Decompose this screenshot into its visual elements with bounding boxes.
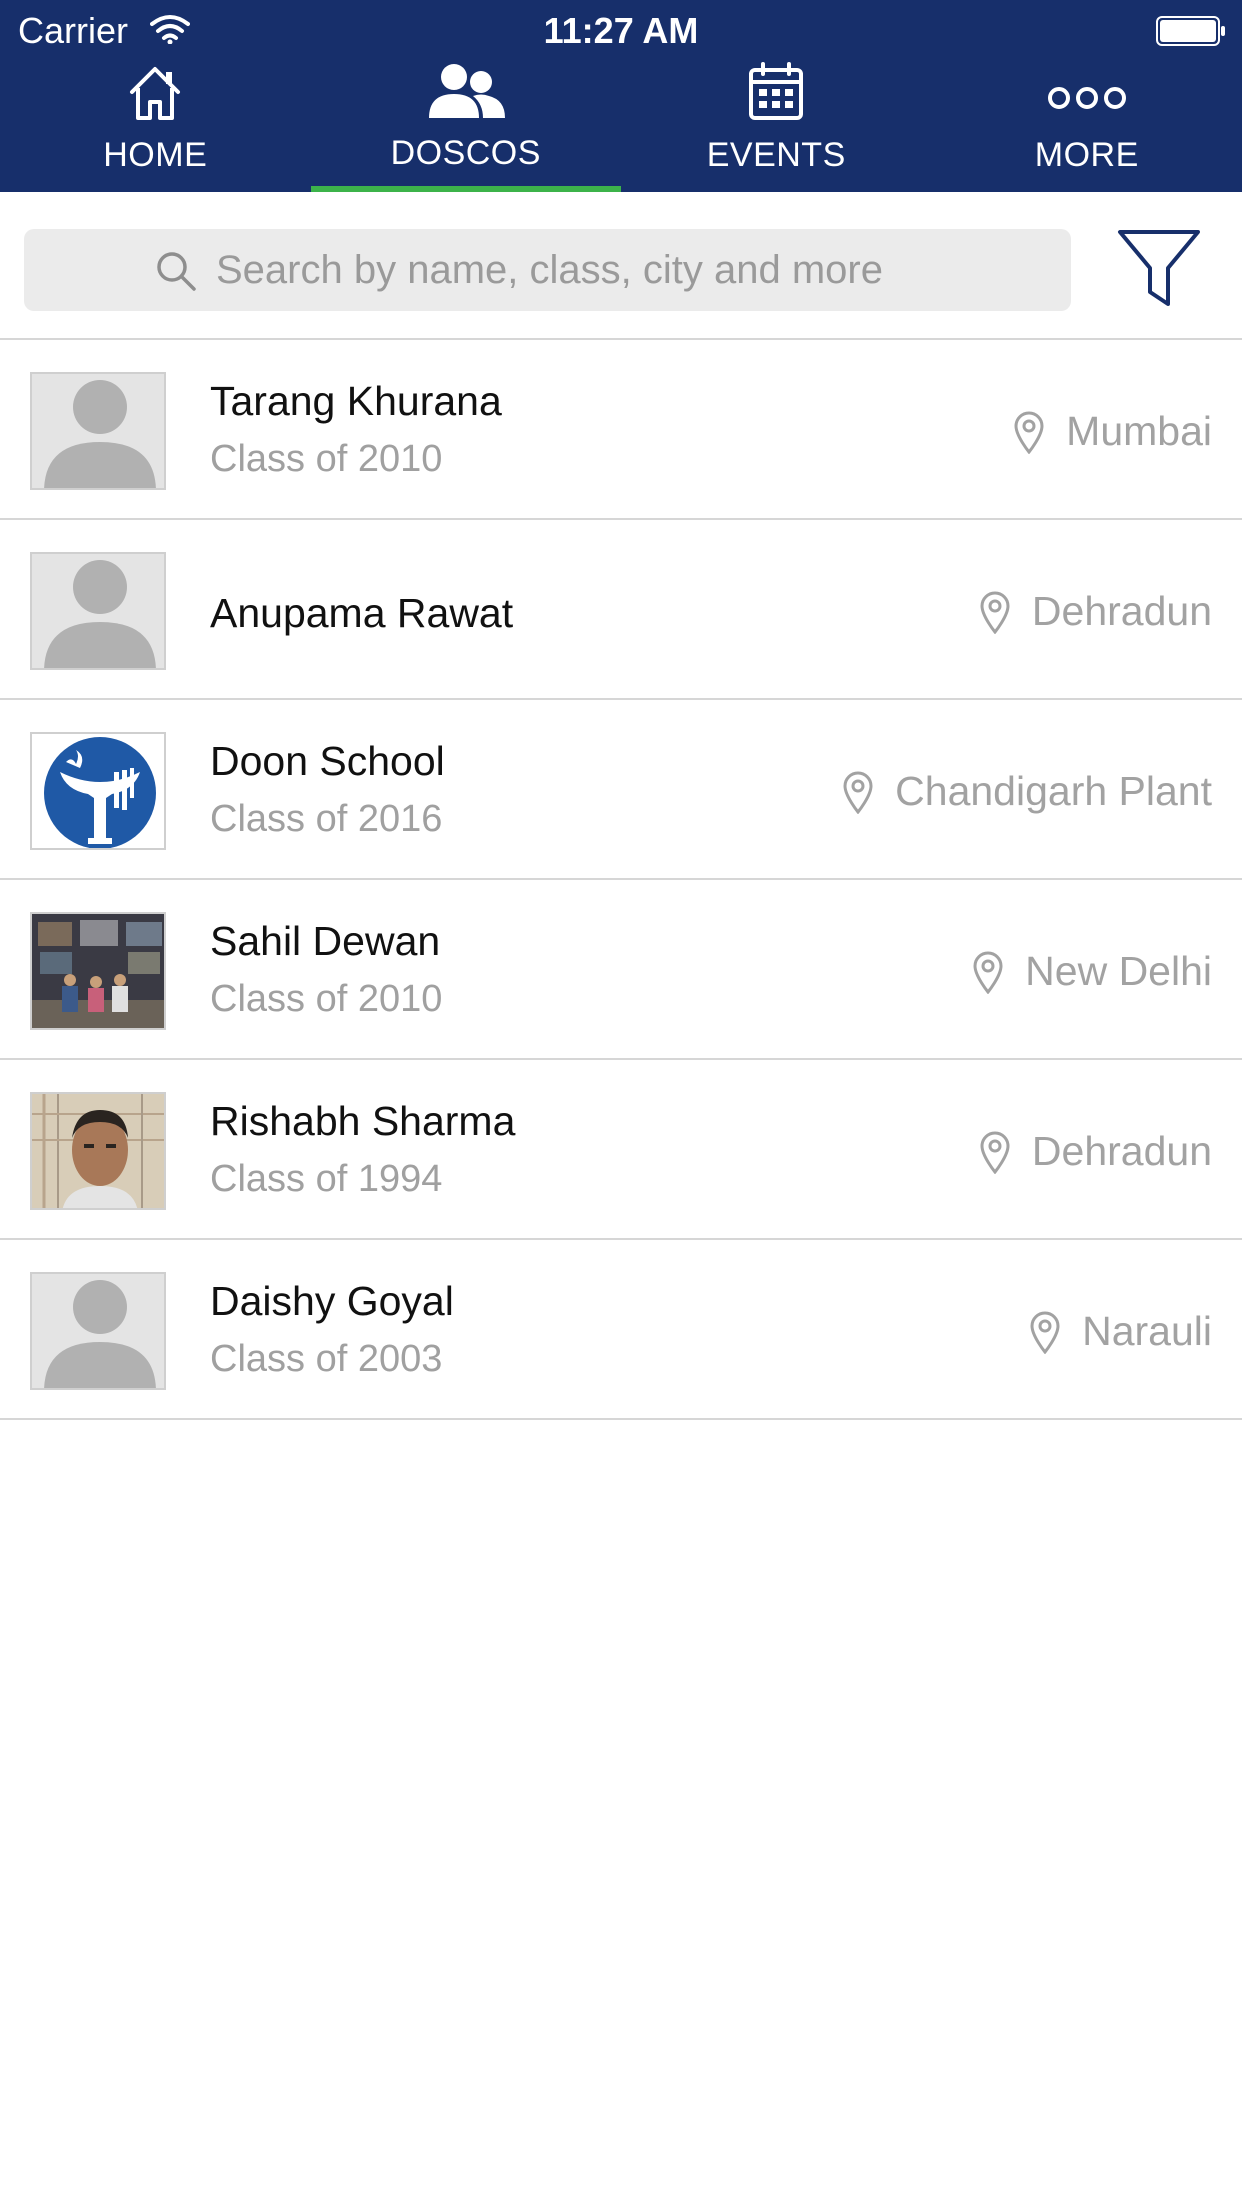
tab-doscos[interactable]: DOSCOS	[310, 56, 621, 192]
top-bar: Carrier 11:27 AM HOME DOSCOS EVENTS MORE	[0, 0, 1242, 192]
battery-icon	[1156, 16, 1225, 46]
member-location: Dehradun	[978, 1128, 1212, 1175]
list-item[interactable]: Tarang Khurana Class of 2010 Mumbai	[0, 340, 1242, 520]
group-photo-icon	[32, 914, 164, 1028]
tab-events-label: EVENTS	[706, 136, 846, 174]
location-pin-icon	[980, 591, 1010, 634]
school-logo-icon	[32, 734, 164, 848]
member-location: Mumbai	[1012, 408, 1212, 455]
member-location-text: Chandigarh Plant	[895, 768, 1212, 814]
list-item[interactable]: Sahil Dewan Class of 2010 New Delhi	[0, 880, 1242, 1060]
location-pin-icon	[1014, 411, 1044, 454]
list-item[interactable]: Doon School Class of 2016 Chandigarh Pla…	[0, 700, 1242, 880]
member-location: New Delhi	[971, 948, 1212, 995]
member-location-text: Dehradun	[1031, 588, 1212, 634]
member-class: Class of 2010	[210, 438, 443, 480]
member-class: Class of 2003	[210, 1338, 443, 1380]
member-location-text: New Delhi	[1025, 948, 1212, 994]
search-input[interactable]	[216, 229, 1036, 311]
member-list: Tarang Khurana Class of 2010 Mumbai Anup…	[0, 340, 1242, 1420]
list-item[interactable]: Daishy Goyal Class of 2003 Narauli	[0, 1240, 1242, 1420]
clock: 11:27 AM	[543, 10, 699, 51]
placeholder-avatar-icon	[32, 374, 164, 488]
search-box[interactable]	[24, 229, 1071, 311]
placeholder-avatar-icon	[32, 1274, 164, 1388]
member-name: Doon School	[210, 738, 445, 784]
placeholder-avatar-icon	[32, 554, 164, 668]
member-name: Sahil Dewan	[210, 918, 441, 964]
member-name: Tarang Khurana	[210, 378, 502, 424]
member-class: Class of 2016	[210, 798, 443, 840]
member-location: Dehradun	[978, 588, 1212, 635]
member-location-text: Dehradun	[1031, 1128, 1212, 1174]
avatar	[30, 1092, 166, 1210]
people-icon	[428, 64, 505, 118]
member-name: Anupama Rawat	[210, 590, 514, 636]
member-location-text: Narauli	[1082, 1308, 1212, 1354]
member-location: Narauli	[1028, 1308, 1212, 1355]
filter-icon[interactable]	[1114, 222, 1204, 312]
list-item[interactable]: Anupama Rawat Dehradun	[0, 520, 1242, 700]
home-icon	[130, 67, 181, 120]
location-pin-icon	[843, 771, 873, 814]
search-bar	[0, 192, 1242, 340]
tab-more-label: MORE	[1034, 136, 1139, 174]
member-class: Class of 2010	[210, 978, 443, 1020]
tab-doscos-label: DOSCOS	[390, 134, 541, 172]
avatar	[30, 912, 166, 1030]
member-location-text: Mumbai	[1066, 408, 1212, 454]
member-location: Chandigarh Plant	[841, 768, 1212, 815]
calendar-icon	[749, 62, 804, 120]
member-class: Class of 1994	[210, 1158, 443, 1200]
avatar	[30, 1272, 166, 1390]
tab-home-label: HOME	[103, 136, 208, 174]
tab-events[interactable]: EVENTS	[621, 56, 932, 192]
list-item[interactable]: Rishabh Sharma Class of 1994 Dehradun	[0, 1060, 1242, 1240]
avatar	[30, 732, 166, 850]
status-bar: Carrier 11:27 AM	[0, 0, 1242, 60]
member-name: Daishy Goyal	[210, 1278, 454, 1324]
search-icon	[157, 252, 196, 291]
tab-home[interactable]: HOME	[0, 56, 311, 192]
tab-bar: HOME DOSCOS EVENTS MORE	[0, 56, 1242, 192]
portrait-photo-icon	[32, 1094, 164, 1208]
avatar	[30, 372, 166, 490]
more-dots-icon	[1047, 87, 1126, 109]
avatar	[30, 552, 166, 670]
location-pin-icon	[973, 951, 1003, 994]
tab-more[interactable]: MORE	[932, 56, 1242, 192]
location-pin-icon	[1030, 1311, 1060, 1354]
location-pin-icon	[980, 1131, 1010, 1174]
member-name: Rishabh Sharma	[210, 1098, 516, 1144]
